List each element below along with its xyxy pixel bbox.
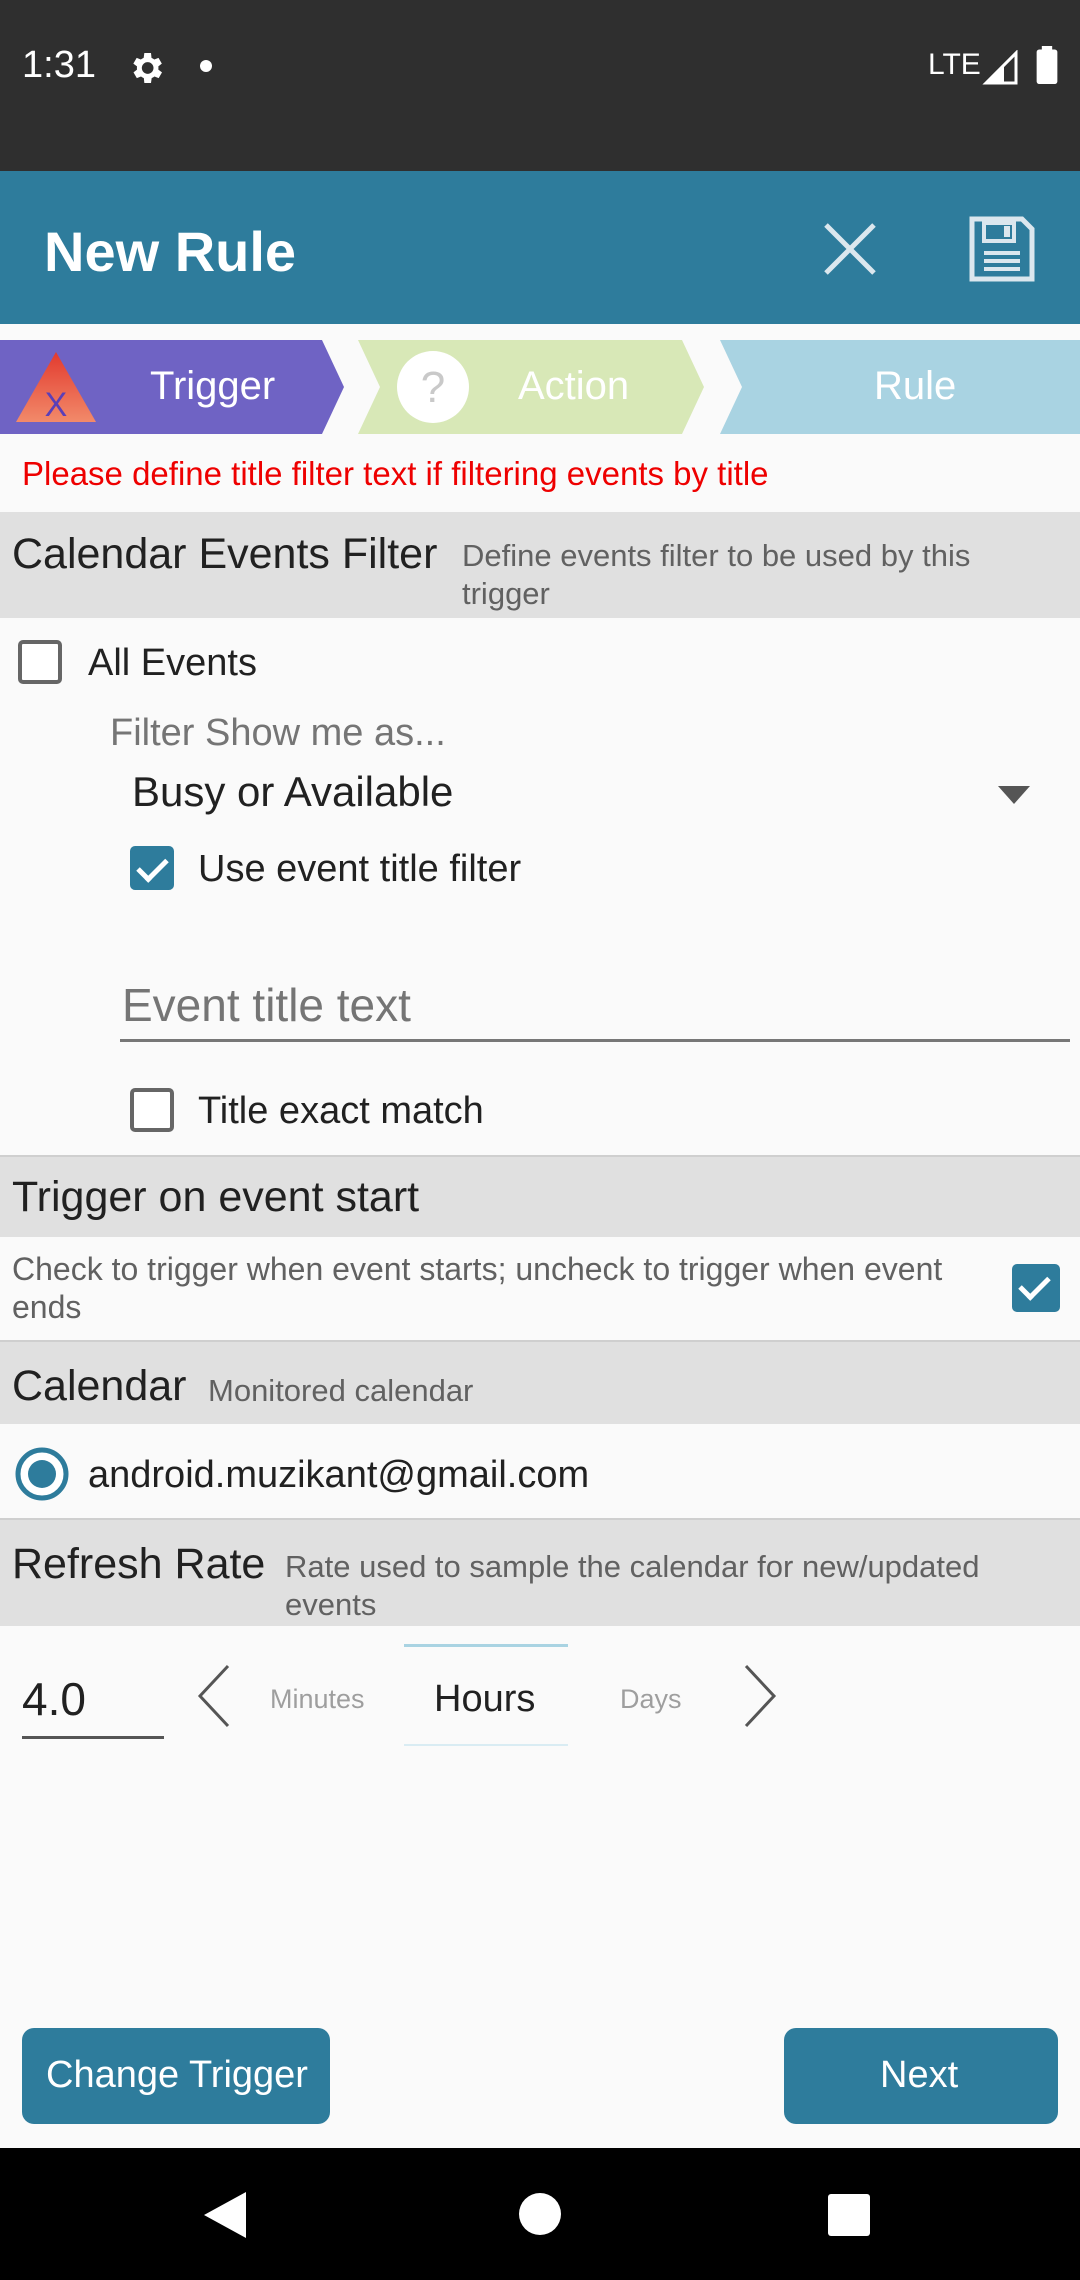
next-label: Next	[880, 2054, 959, 2096]
calendar-header: Calendar Monitored calendar	[0, 1340, 1080, 1424]
trigger-start-header: Trigger on event start	[0, 1155, 1080, 1237]
calendar-description: Monitored calendar	[208, 1373, 474, 1408]
signal-icon	[982, 50, 1018, 85]
home-icon[interactable]	[518, 2192, 562, 2236]
network-type: LTE	[928, 48, 981, 81]
navigation-bar	[0, 2148, 1080, 2280]
step-action-label: Action	[518, 364, 630, 408]
use-title-filter-checkbox[interactable]	[130, 846, 174, 890]
filter-section-header: Calendar Events Filter Define events fil…	[0, 512, 1080, 618]
show-me-as-value: Busy or Available	[132, 768, 454, 815]
refresh-rate-value-input[interactable]: 4.0	[22, 1668, 164, 1739]
radio-selected-icon[interactable]	[14, 1446, 70, 1502]
svg-text:X: X	[45, 386, 68, 424]
battery-icon	[1036, 46, 1058, 84]
trigger-start-title: Trigger on event start	[12, 1173, 420, 1221]
status-time: 1:31	[22, 44, 96, 86]
status-bar: 1:31 LTE	[0, 0, 1080, 171]
step-trigger-label: Trigger	[150, 364, 276, 408]
calendar-radio-row[interactable]: android.muzikant@gmail.com	[14, 1444, 814, 1504]
filter-section-title: Calendar Events Filter	[12, 530, 438, 578]
show-me-as-label: Filter Show me as...	[110, 712, 446, 754]
exact-match-label: Title exact match	[198, 1090, 484, 1132]
chevron-left-icon[interactable]	[196, 1664, 232, 1728]
all-events-checkbox[interactable]	[18, 640, 62, 684]
svg-text:?: ?	[421, 363, 445, 412]
warning-text: Please define title filter text if filte…	[22, 455, 769, 492]
close-icon[interactable]	[820, 219, 880, 279]
next-button[interactable]: Next	[784, 2028, 1058, 2124]
filter-section-description: Define events filter to be used by this …	[462, 538, 971, 611]
unit-minutes[interactable]: Minutes	[270, 1684, 365, 1715]
back-icon[interactable]	[204, 2192, 246, 2238]
exact-match-row[interactable]: Title exact match	[130, 1088, 630, 1138]
trigger-start-checkbox[interactable]	[1012, 1264, 1060, 1312]
step-rule-label: Rule	[874, 364, 957, 408]
step-trigger[interactable]: X Trigger	[0, 340, 344, 434]
refresh-rate-title: Refresh Rate	[12, 1540, 266, 1588]
step-rule[interactable]: Rule	[720, 340, 1080, 434]
save-icon[interactable]	[968, 215, 1036, 283]
show-me-as-dropdown[interactable]: Busy or Available	[110, 762, 1050, 826]
refresh-rate-header: Refresh Rate Rate used to sample the cal…	[0, 1518, 1080, 1626]
event-title-input[interactable]	[120, 970, 1070, 1042]
page-title: New Rule	[44, 220, 297, 283]
change-trigger-label: Change Trigger	[46, 2054, 308, 2096]
use-title-filter-label: Use event title filter	[198, 848, 522, 890]
notification-dot-icon	[200, 60, 212, 72]
chevron-right-icon[interactable]	[742, 1664, 778, 1728]
refresh-rate-description: Rate used to sample the calendar for new…	[285, 1549, 980, 1622]
all-events-label: All Events	[88, 642, 257, 684]
calendar-title: Calendar	[12, 1362, 187, 1410]
refresh-rate-value: 4.0	[22, 1673, 86, 1725]
calendar-account: android.muzikant@gmail.com	[88, 1454, 590, 1496]
trigger-warning-icon: X	[16, 352, 96, 424]
chevron-down-icon	[998, 786, 1030, 804]
change-trigger-button[interactable]: Change Trigger	[22, 2028, 330, 2124]
recents-icon[interactable]	[828, 2194, 870, 2236]
app-bar: New Rule	[0, 171, 1080, 324]
unit-hours[interactable]: Hours	[434, 1678, 535, 1721]
exact-match-checkbox[interactable]	[130, 1088, 174, 1132]
gear-icon	[133, 53, 162, 83]
step-action[interactable]: ? Action	[358, 340, 704, 434]
question-icon: ?	[397, 351, 469, 423]
trigger-start-description: Check to trigger when event starts; unch…	[12, 1251, 943, 1325]
use-title-filter-row[interactable]: Use event title filter	[130, 846, 630, 896]
unit-days[interactable]: Days	[620, 1684, 682, 1715]
all-events-checkbox-row[interactable]: All Events	[18, 640, 438, 690]
